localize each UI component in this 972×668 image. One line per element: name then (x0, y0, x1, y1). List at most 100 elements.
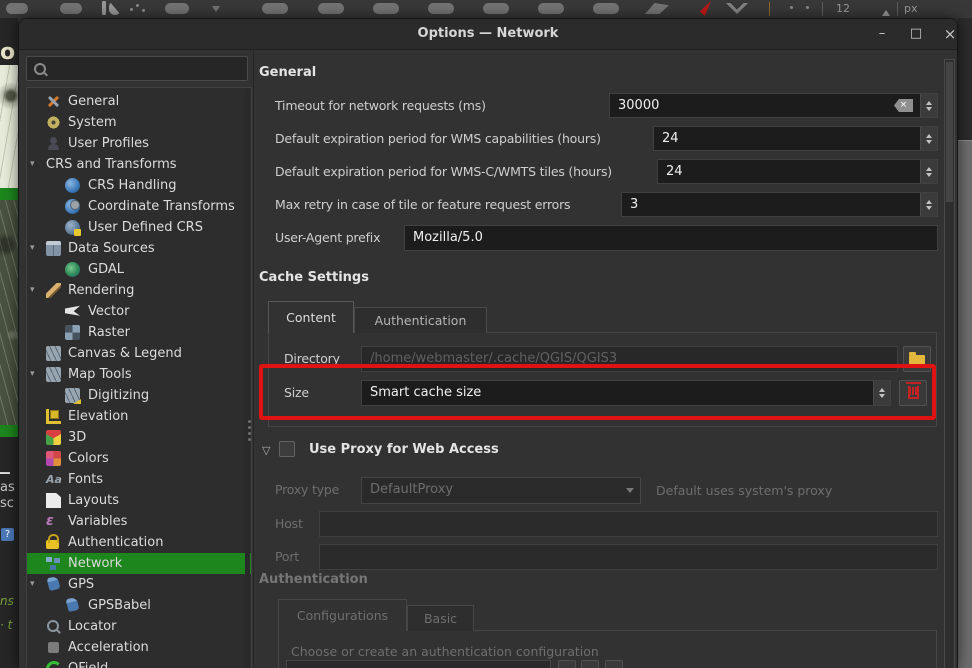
gps-icon (66, 597, 80, 612)
wms-expiry-value: 24 (662, 131, 679, 146)
map-pencil-icon (65, 388, 80, 403)
sidebar-item-crs-handling[interactable]: CRS Handling (27, 175, 251, 196)
sidebar-item-rendering[interactable]: ▾Rendering (27, 280, 251, 301)
sidebar-item-gdal[interactable]: GDAL (27, 259, 251, 280)
max-retry-spinner[interactable] (920, 193, 937, 216)
sidebar-item-network[interactable]: Network (27, 553, 251, 574)
tab-basic: Basic (407, 605, 474, 631)
search-icon (34, 63, 46, 75)
sidebar-item-user-profiles[interactable]: User Profiles (27, 133, 251, 154)
sidebar-item-elevation[interactable]: Elevation (27, 406, 251, 427)
sidebar-item-layouts[interactable]: Layouts (27, 490, 251, 511)
panel-divider (253, 50, 254, 668)
sidebar-scrollbar[interactable] (245, 89, 250, 667)
gear-icon (46, 115, 61, 130)
expand-arrow-icon[interactable]: ▾ (30, 364, 35, 385)
wmts-expiry-input[interactable]: 24 (657, 159, 938, 184)
sidebar-item-map-tools[interactable]: ▾Map Tools (27, 364, 251, 385)
tool-icon (262, 3, 288, 14)
expand-arrow-icon[interactable]: ▾ (30, 280, 35, 301)
sidebar-item-raster[interactable]: Raster (27, 322, 251, 343)
port-label: Port (275, 544, 299, 569)
map-icon (46, 346, 61, 361)
sidebar-item-qfield[interactable]: QField (27, 658, 251, 668)
main-scrollbar-thumb[interactable] (946, 62, 953, 202)
sidebar-item-authentication[interactable]: Authentication (27, 532, 251, 553)
toolbar-separator (769, 2, 770, 16)
use-proxy-label[interactable]: Use Proxy for Web Access (309, 442, 499, 457)
expand-arrow-icon[interactable]: ▾ (30, 154, 35, 175)
options-category-tree: General System User Profiles ▾CRS and Tr… (26, 87, 252, 668)
user-agent-input[interactable]: Mozilla/5.0 (404, 225, 938, 251)
expand-arrow-icon[interactable]: ▾ (30, 574, 35, 595)
annotation-pen-icon (697, 1, 711, 16)
panel-text-fragment: sc (0, 496, 14, 511)
person-icon (46, 136, 61, 151)
wms-expiry-label: Default expiration period for WMS capabi… (275, 126, 601, 151)
selected-layer-row (0, 425, 18, 437)
tab-content[interactable]: Content (268, 301, 354, 333)
sidebar-item-data-sources[interactable]: ▾Data Sources (27, 238, 251, 259)
dialog-titlebar[interactable]: Options — Network – □ × (19, 19, 957, 50)
screen: 12 px o _ as sc ? ns · t Options — Netwo… (0, 0, 972, 668)
sidebar-item-colors[interactable]: Colors (27, 448, 251, 469)
sidebar-item-digitizing[interactable]: Digitizing (27, 385, 251, 406)
sidebar-item-3d[interactable]: 3D (27, 427, 251, 448)
sidebar-item-gpsbabel[interactable]: GPSBabel (27, 595, 251, 616)
background-right-panel (958, 140, 972, 668)
console-text-fragment: ns (0, 594, 14, 608)
sidebar-item-gps[interactable]: ▾GPS (27, 574, 251, 595)
host-label: Host (275, 511, 303, 536)
elevation-icon (46, 409, 61, 424)
font-size-value: 12 (836, 2, 850, 15)
tab-authentication[interactable]: Authentication (354, 307, 487, 333)
layouts-icon (46, 493, 61, 508)
wms-expiry-spinner[interactable] (920, 127, 937, 150)
console-text-fragment: · t (0, 618, 12, 632)
user-agent-value: Mozilla/5.0 (413, 230, 483, 245)
tool-icon (373, 3, 399, 14)
clear-field-icon[interactable]: × (894, 99, 913, 112)
table-icon (46, 241, 61, 256)
tab-configurations: Configurations (278, 599, 407, 631)
close-button[interactable]: × (939, 19, 958, 49)
timeout-input[interactable]: 30000 × (609, 93, 938, 118)
maximize-button[interactable]: □ (905, 19, 927, 49)
sidebar-item-general[interactable]: General (27, 91, 251, 112)
minimize-button[interactable]: – (871, 19, 893, 49)
max-retry-value: 3 (630, 197, 638, 212)
sidebar-item-locator[interactable]: Locator (27, 616, 251, 637)
main-scrollbar[interactable] (944, 59, 955, 668)
magnifier-icon (47, 620, 59, 632)
qfield-icon (46, 661, 62, 668)
wms-expiry-input[interactable]: 24 (653, 126, 938, 151)
options-search-input[interactable] (26, 56, 248, 81)
sidebar-item-fonts[interactable]: AaFonts (27, 469, 251, 490)
brush-icon (46, 283, 61, 298)
sidebar-item-crs-and-transforms[interactable]: ▾CRS and Transforms (27, 154, 251, 175)
timeout-spinner[interactable] (920, 94, 937, 117)
max-retry-input[interactable]: 3 (621, 192, 938, 217)
proxy-type-select: DefaultProxy (361, 477, 641, 504)
toolbar-separator (897, 2, 898, 16)
sidebar-item-system[interactable]: System (27, 112, 251, 133)
collapse-arrow-icon[interactable]: ▽ (262, 444, 270, 457)
sidebar-item-acceleration[interactable]: Acceleration (27, 637, 251, 658)
raster-icon (65, 325, 80, 340)
sidebar-item-coordinate-transforms[interactable]: Coordinate Transforms (27, 196, 251, 217)
map-thumbnail-dark (0, 200, 18, 425)
expand-arrow-icon[interactable]: ▾ (30, 238, 35, 259)
wmts-expiry-spinner[interactable] (920, 160, 937, 183)
wmts-expiry-value: 24 (666, 164, 683, 179)
cursor-icon (109, 1, 121, 15)
sidebar-item-canvas-legend[interactable]: Canvas & Legend (27, 343, 251, 364)
sidebar-item-user-defined-crs[interactable]: User Defined CRS (27, 217, 251, 238)
port-input (319, 544, 938, 570)
sidebar-item-vector[interactable]: Vector (27, 301, 251, 322)
splitter-grip[interactable] (248, 417, 251, 444)
timeout-value: 30000 (618, 98, 659, 113)
use-proxy-checkbox[interactable] (279, 441, 295, 457)
undo-icon (6, 3, 28, 14)
globe-green-icon (65, 262, 80, 277)
sidebar-item-variables[interactable]: εVariables (27, 511, 251, 532)
